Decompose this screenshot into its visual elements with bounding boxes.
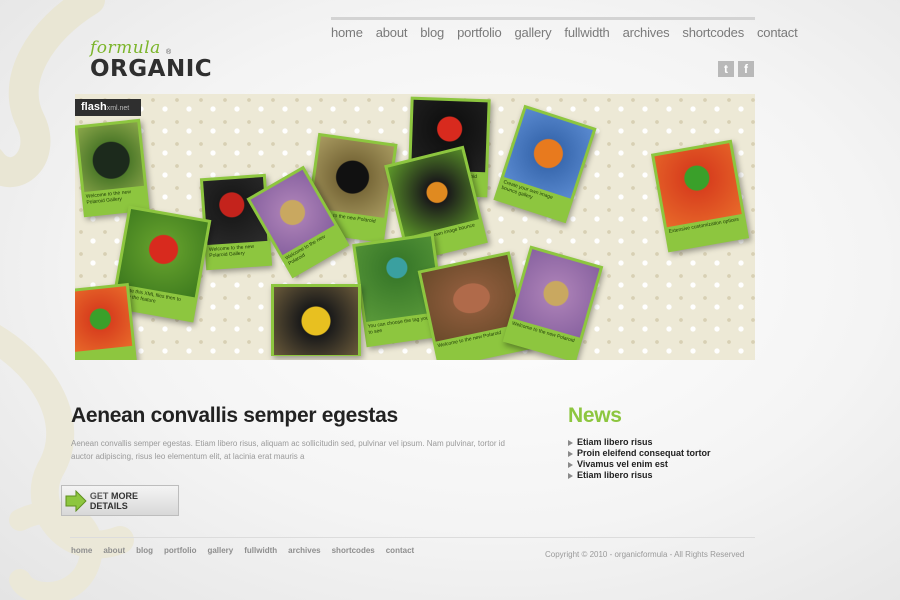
bullet-arrow-icon xyxy=(568,472,573,479)
polaroid-card[interactable]: Welcome to the new Polaroid Gallery xyxy=(75,118,150,218)
social-links: t f xyxy=(718,61,754,77)
nav-item-gallery[interactable]: gallery xyxy=(515,25,552,40)
flashxml-badge[interactable]: flashxml.net xyxy=(75,99,141,116)
polaroid-card[interactable]: Welcome to the new Polaroid xyxy=(502,245,604,360)
nav-item-blog[interactable]: blog xyxy=(420,25,444,40)
article-intro: Aenean convallis semper egestas. Etiam l… xyxy=(71,439,505,461)
news-item-label: Etiam libero risus xyxy=(577,470,653,480)
bullet-arrow-icon xyxy=(568,461,573,468)
news-item[interactable]: Proin eleifend consequat tortor xyxy=(568,448,711,459)
facebook-icon[interactable]: f xyxy=(738,61,754,77)
news-item[interactable]: Etiam libero risus xyxy=(568,470,711,481)
polaroid-card[interactable]: Create your own image bounce gallery xyxy=(493,104,597,224)
news-item[interactable]: Vivamus vel enim est xyxy=(568,459,711,470)
footer-link-fullwidth[interactable]: fullwidth xyxy=(244,546,277,555)
copyright-notice: Copyright © 2010 - organicformula - All … xyxy=(545,550,745,559)
twitter-icon[interactable]: t xyxy=(718,61,734,77)
button-label-light: GET xyxy=(89,490,109,501)
site-logo[interactable]: formula ® ORGANIC xyxy=(86,38,212,86)
nav-item-fullwidth[interactable]: fullwidth xyxy=(564,25,609,40)
nav-item-contact[interactable]: contact xyxy=(757,25,798,40)
footer-link-contact[interactable]: contact xyxy=(386,546,414,555)
arrow-right-icon xyxy=(65,489,87,512)
button-label: GET MORE DETAILS xyxy=(90,491,178,511)
logo-wordmark: ORGANIC xyxy=(90,56,213,82)
logo-registered-mark: ® xyxy=(166,49,172,56)
footer-link-blog[interactable]: blog xyxy=(136,546,153,555)
get-more-details-button[interactable]: GET MORE DETAILS xyxy=(61,485,179,516)
bullet-arrow-icon xyxy=(568,439,573,446)
polaroid-gallery-banner[interactable]: flashxml.net Welcome to the new Polaroid… xyxy=(75,94,755,360)
polaroid-card[interactable] xyxy=(75,282,138,360)
badge-small-text: xml.net xyxy=(106,105,130,112)
footer-link-home[interactable]: home xyxy=(71,546,92,555)
nav-item-home[interactable]: home xyxy=(331,25,363,40)
logo-script-text: formula xyxy=(90,38,161,58)
news-item-label: Vivamus vel enim est xyxy=(577,459,668,469)
nav-item-archives[interactable]: archives xyxy=(623,25,670,40)
nav-item-about[interactable]: about xyxy=(376,25,408,40)
nav-item-portfolio[interactable]: portfolio xyxy=(457,25,502,40)
news-list: Etiam libero risus Proin eleifend conseq… xyxy=(568,437,711,481)
news-item-label: Etiam libero risus xyxy=(577,437,653,447)
news-heading: News xyxy=(568,404,622,427)
news-item[interactable]: Etiam libero risus xyxy=(568,437,711,448)
bullet-arrow-icon xyxy=(568,450,573,457)
main-nav: home about blog portfolio gallery fullwi… xyxy=(331,25,798,40)
article-headline: Aenean convallis semper egestas xyxy=(71,404,398,427)
footer-link-archives[interactable]: archives xyxy=(288,546,320,555)
footer-link-portfolio[interactable]: portfolio xyxy=(164,546,196,555)
footer-link-shortcodes[interactable]: shortcodes xyxy=(332,546,375,555)
footer-link-about[interactable]: about xyxy=(103,546,125,555)
footer-link-gallery[interactable]: gallery xyxy=(207,546,233,555)
badge-text: flash xyxy=(81,101,107,113)
nav-item-shortcodes[interactable]: shortcodes xyxy=(682,25,744,40)
nav-top-rule xyxy=(331,17,755,20)
footer-divider xyxy=(70,537,755,538)
news-item-label: Proin eleifend consequat tortor xyxy=(577,448,711,458)
polaroid-card[interactable] xyxy=(271,284,361,356)
footer-nav: home about blog portfolio gallery fullwi… xyxy=(71,546,414,555)
polaroid-card[interactable]: Extensive customization options xyxy=(650,139,750,253)
